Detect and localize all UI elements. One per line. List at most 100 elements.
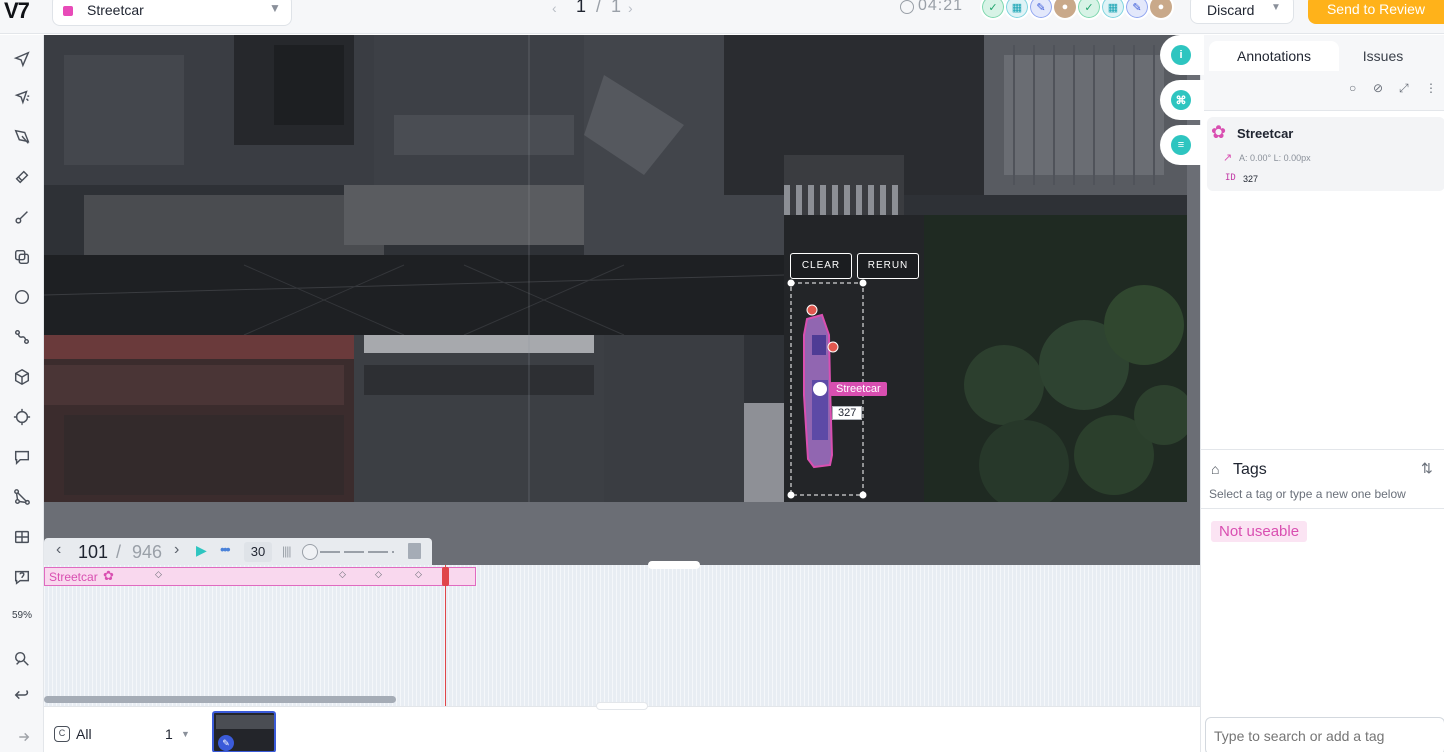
playhead[interactable] xyxy=(445,565,446,706)
annotation-label-tag[interactable]: Streetcar xyxy=(830,382,887,396)
frame-total: 946 xyxy=(132,542,163,562)
clone-icon[interactable] xyxy=(12,247,32,267)
aerial-image[interactable]: CLEAR RERUN Streetcar 327 xyxy=(44,35,1187,502)
send-to-review-button[interactable]: Send to Review xyxy=(1308,0,1444,24)
bottom-strip: C All 1 ▼ ✎ xyxy=(44,702,1200,752)
annotation-list-item[interactable]: ✿ Streetcar ↗ A: 0.00° L: 0.00px ID 327 xyxy=(1207,117,1444,191)
playhead-handle[interactable] xyxy=(442,567,449,586)
keyframe-icon[interactable]: ◇ xyxy=(415,569,422,580)
keyframe-icon[interactable]: ◇ xyxy=(339,569,346,580)
clear-button[interactable]: CLEAR xyxy=(790,253,852,279)
tag-search-input[interactable] xyxy=(1205,717,1444,752)
annotation-id-label: ID xyxy=(1225,173,1236,183)
rerun-button[interactable]: RERUN xyxy=(857,253,919,279)
aerial-image-scene xyxy=(44,35,1187,502)
grid-icon[interactable]: ▦ xyxy=(1100,0,1126,20)
cube-icon[interactable] xyxy=(12,367,32,387)
check-icon[interactable]: ✓ xyxy=(1076,0,1102,20)
comment-icon[interactable] xyxy=(12,447,32,467)
timeline-zoom-handle-icon[interactable]: |||| xyxy=(282,544,292,558)
next-frame-icon[interactable]: › xyxy=(174,541,179,559)
eye-off-icon[interactable]: ⊘ xyxy=(1373,81,1383,95)
page-selector[interactable]: 1 xyxy=(165,726,173,742)
timeline-resize-handle[interactable] xyxy=(648,561,700,569)
tags-hint: Select a tag or type a new one below xyxy=(1209,487,1406,501)
keypoint-icon[interactable] xyxy=(12,207,32,227)
circle-icon[interactable]: ○ xyxy=(1349,81,1356,95)
timeline-zoom-slider-thumb[interactable] xyxy=(302,544,318,560)
tag-chip[interactable]: Not useable xyxy=(1211,521,1308,542)
annotation-meta: A: 0.00° L: 0.00px xyxy=(1239,153,1311,163)
skeleton-icon[interactable] xyxy=(12,327,32,347)
zoom-level[interactable]: 59% xyxy=(0,610,44,621)
redo-icon[interactable] xyxy=(12,727,32,747)
target-icon[interactable] xyxy=(12,407,32,427)
pencil-icon[interactable]: ✎ xyxy=(1124,0,1150,20)
pencil-icon[interactable]: ✎ xyxy=(1028,0,1054,20)
magic-select-icon[interactable] xyxy=(12,87,32,107)
top-bar: V7 Streetcar ▼ ‹ 1 / 1 › 04:21 ✓ ▦ ✎ ● ✓… xyxy=(0,0,1444,34)
discard-button[interactable]: Discard ▼ xyxy=(1190,0,1294,24)
previous-item-icon[interactable]: ‹ xyxy=(552,0,557,16)
grid-icon[interactable]: ▦ xyxy=(1004,0,1030,20)
frame-separator: / xyxy=(116,542,122,562)
tags-header: ⌂ Tags ⇅ Select a tag or type a new one … xyxy=(1201,449,1444,509)
info-button[interactable]: i xyxy=(1160,35,1204,75)
more-options-icon[interactable]: ⋮ xyxy=(1425,81,1437,95)
timeline[interactable]: Streetcar ✿ ◇ ◇ ◇ ◇ xyxy=(44,561,1200,706)
table-icon[interactable] xyxy=(12,527,32,547)
annotation-id-tag: 327 xyxy=(832,406,863,420)
annotation-id: 327 xyxy=(1243,174,1259,184)
play-icon[interactable]: ▶ xyxy=(196,542,207,559)
auto-annotate-icon[interactable] xyxy=(12,649,32,669)
tag-icon: ⌂ xyxy=(1211,461,1220,477)
chevron-down-icon: ▼ xyxy=(269,1,281,15)
fps-value[interactable]: 30 xyxy=(244,542,272,562)
sort-icon[interactable]: ⇅ xyxy=(1421,460,1433,477)
brush-icon[interactable] xyxy=(12,167,32,187)
chevron-down-icon[interactable]: ▼ xyxy=(181,729,190,739)
keyframe-icon[interactable]: ◇ xyxy=(155,569,162,580)
tab-annotations[interactable]: Annotations xyxy=(1209,41,1339,71)
playback-options-icon[interactable]: ••• xyxy=(220,541,231,557)
keyframe-icon[interactable]: ◇ xyxy=(375,569,382,580)
filter-icon[interactable]: C xyxy=(54,726,70,742)
shortcuts-button[interactable]: ⌘ xyxy=(1160,80,1204,120)
panel-tabs: Annotations Issues ○ ⊘ ⤢ ⋮ xyxy=(1201,35,1444,111)
thumbnail-roof xyxy=(216,715,274,729)
annotation-timer: 04:21 xyxy=(918,0,964,14)
v7-logo[interactable]: V7 xyxy=(4,0,40,24)
timeline-scrollbar[interactable] xyxy=(44,696,396,703)
annotation-track[interactable]: Streetcar ✿ ◇ ◇ ◇ ◇ xyxy=(44,567,476,586)
timeline-frames xyxy=(44,565,1200,706)
pencil-icon: ✎ xyxy=(218,735,234,751)
frame-current[interactable]: 101 xyxy=(78,542,108,563)
ellipse-icon[interactable] xyxy=(12,287,32,307)
annotation-name: Streetcar xyxy=(1237,126,1294,141)
next-item-icon[interactable]: › xyxy=(628,0,633,16)
strip-resize-handle[interactable] xyxy=(596,702,648,710)
class-selector[interactable]: Streetcar ▼ xyxy=(52,0,292,26)
question-icon[interactable] xyxy=(12,567,32,587)
settings-button[interactable]: ≡ xyxy=(1160,125,1204,165)
chevron-down-icon: ▼ xyxy=(1271,2,1281,13)
user-avatar[interactable]: ● xyxy=(1148,0,1174,20)
filter-label[interactable]: All xyxy=(76,726,92,742)
polygon-class-icon: ✿ xyxy=(103,568,114,583)
timeline-fit-icon[interactable] xyxy=(408,543,421,559)
expand-icon[interactable]: ⤢ xyxy=(1399,81,1409,96)
timeline-zoom-slider[interactable] xyxy=(320,551,394,553)
check-icon[interactable]: ✓ xyxy=(980,0,1006,20)
tab-issues[interactable]: Issues xyxy=(1341,41,1425,71)
item-thumbnail[interactable]: ✎ xyxy=(212,711,276,752)
user-avatar[interactable]: ● xyxy=(1052,0,1078,20)
graph-icon[interactable] xyxy=(12,487,32,507)
tags-title: Tags xyxy=(1233,461,1267,478)
annotation-canvas[interactable]: CLEAR RERUN Streetcar 327 xyxy=(44,35,1200,565)
polygon-class-icon: ✿ xyxy=(1211,122,1227,142)
undo-icon[interactable] xyxy=(12,685,32,705)
pen-polygon-icon[interactable] xyxy=(12,127,32,147)
previous-frame-icon[interactable]: ‹ xyxy=(56,541,61,559)
class-color-swatch xyxy=(63,6,73,16)
pointer-icon[interactable] xyxy=(12,49,32,69)
